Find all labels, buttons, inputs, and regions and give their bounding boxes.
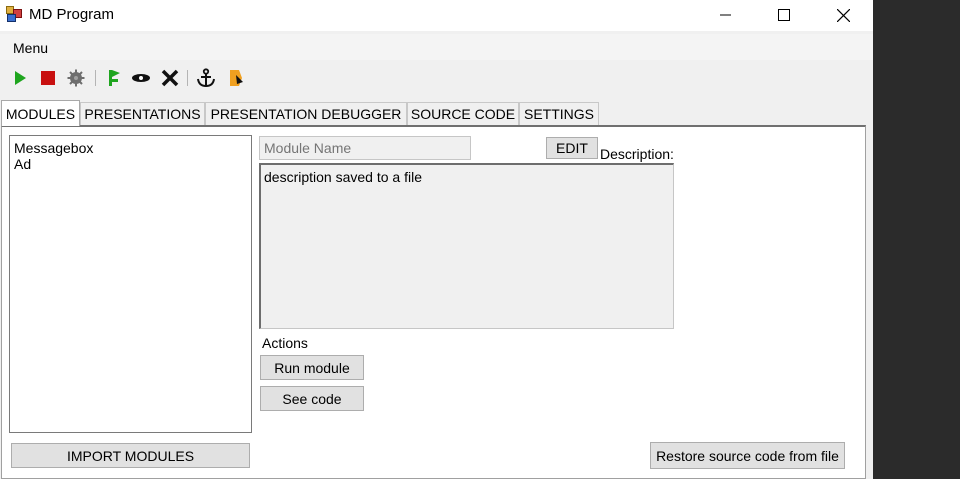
minimize-button[interactable]: [697, 0, 755, 30]
tab-bar: MODULES PRESENTATIONS PRESENTATION DEBUG…: [0, 100, 873, 126]
description-label: Description:: [600, 146, 674, 162]
list-item[interactable]: Ad: [14, 156, 251, 172]
actions-label: Actions: [262, 335, 308, 351]
edit-button[interactable]: EDIT: [546, 137, 598, 159]
stop-icon: [41, 71, 55, 85]
run-module-button[interactable]: Run module: [260, 355, 364, 380]
close-button[interactable]: [814, 0, 872, 30]
title-bar[interactable]: MD Program: [0, 0, 873, 31]
tab-source-code[interactable]: SOURCE CODE: [407, 102, 519, 125]
toolbar: [0, 64, 873, 92]
maximize-icon: [778, 9, 790, 21]
run-toolbar-button[interactable]: [9, 67, 31, 89]
anchor-toolbar-button[interactable]: [195, 67, 217, 89]
app-icon: [6, 6, 22, 22]
gear-icon: [67, 69, 85, 87]
anchor-icon: [197, 68, 215, 88]
maximize-button[interactable]: [755, 0, 813, 30]
desktop-background: [873, 0, 960, 479]
tab-presentations[interactable]: PRESENTATIONS: [80, 102, 205, 125]
flag-icon: [109, 70, 120, 86]
import-modules-button[interactable]: IMPORT MODULES: [11, 443, 250, 468]
list-item[interactable]: Messagebox: [14, 140, 251, 156]
delete-toolbar-button[interactable]: [159, 67, 181, 89]
stop-toolbar-button[interactable]: [37, 67, 59, 89]
toolbar-separator: [95, 70, 96, 86]
menu-bar: Menu: [0, 34, 873, 60]
preview-toolbar-button[interactable]: [130, 67, 152, 89]
module-name-input[interactable]: [259, 136, 471, 160]
eye-icon: [132, 74, 150, 82]
description-textarea[interactable]: description saved to a file: [259, 163, 674, 329]
module-list[interactable]: Messagebox Ad: [9, 135, 252, 433]
tab-presentation-debugger[interactable]: PRESENTATION DEBUGGER: [205, 102, 407, 125]
minimize-icon: [720, 14, 731, 16]
settings-toolbar-button[interactable]: [65, 67, 87, 89]
tab-modules[interactable]: MODULES: [1, 100, 80, 126]
play-icon: [15, 71, 26, 85]
flag-toolbar-button[interactable]: [103, 67, 125, 89]
tab-settings[interactable]: SETTINGS: [519, 102, 599, 125]
see-code-button[interactable]: See code: [260, 386, 364, 411]
bookmark-icon: [230, 70, 243, 86]
restore-source-code-button[interactable]: Restore source code from file: [650, 442, 845, 469]
delete-icon: [161, 69, 179, 87]
toolbar-separator: [187, 70, 188, 86]
window-title: MD Program: [29, 6, 115, 23]
bookmark-toolbar-button[interactable]: [225, 67, 247, 89]
menu-item-menu[interactable]: Menu: [13, 40, 48, 56]
app-window: MD Program Menu MODULES PRESENTATIONS PR…: [0, 0, 873, 479]
close-icon: [836, 8, 850, 22]
